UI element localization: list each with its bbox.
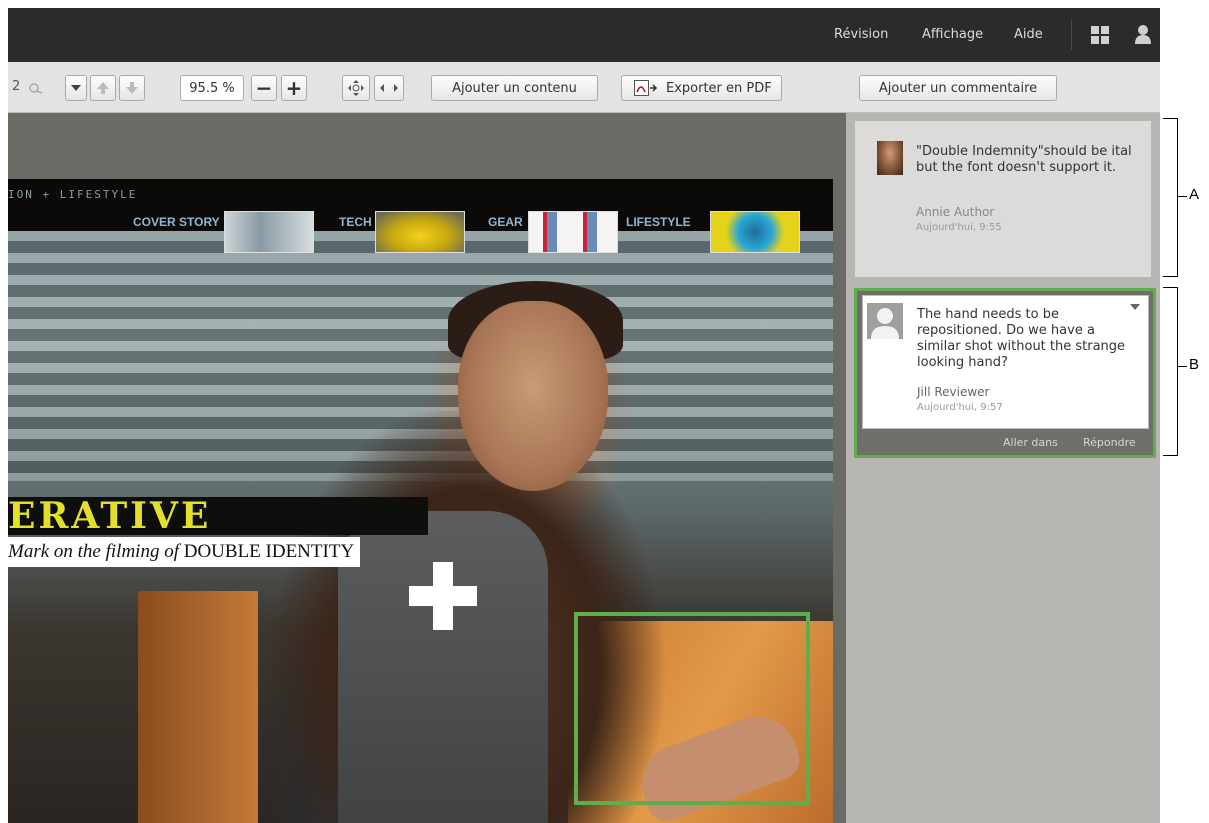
layout-grid-icon[interactable] — [1091, 26, 1109, 44]
page-dropdown-button[interactable] — [65, 75, 87, 101]
crosshair-vertical — [433, 562, 453, 630]
cover-story-thumbnail — [224, 211, 314, 253]
pan-tool-button[interactable] — [342, 75, 370, 101]
fit-width-icon — [380, 84, 398, 92]
arrow-up-icon — [97, 82, 109, 94]
move-arrows-icon — [348, 80, 364, 96]
toolbar: 2 95.5 % − + Ajouter un contenu Exporter… — [8, 62, 1160, 113]
avatar-annie — [877, 141, 903, 175]
export-pdf-button[interactable]: Exporter en PDF — [621, 75, 782, 101]
previous-page-button[interactable] — [90, 75, 116, 101]
callout-tick-a — [1177, 196, 1187, 197]
menu-aide[interactable]: Aide — [1014, 27, 1043, 42]
reply-link[interactable]: Répondre — [1083, 436, 1136, 449]
comment-body: The hand needs to be repositioned. Do we… — [862, 295, 1149, 429]
comment-author: Jill Reviewer — [917, 385, 990, 399]
annotation-highlight-box[interactable] — [574, 612, 810, 805]
next-page-button[interactable] — [119, 75, 145, 101]
top-menu-bar: Révision Affichage Aide — [8, 8, 1160, 62]
tech-thumbnail — [375, 211, 465, 253]
zoom-level-field[interactable]: 95.5 % — [180, 75, 244, 101]
comments-panel: "Double Indemnity"should be ital but the… — [846, 113, 1160, 823]
fit-width-button[interactable] — [374, 75, 404, 101]
zoom-in-button[interactable]: + — [281, 75, 307, 101]
comment-pin-crosshair[interactable] — [409, 562, 477, 630]
comment-timestamp: Aujourd'hui, 9:55 — [916, 222, 1002, 233]
comment-card-annie[interactable]: "Double Indemnity"should be ital but the… — [855, 121, 1151, 277]
lifestyle-thumbnail — [710, 211, 800, 253]
masthead-subtitle: ION + LIFESTYLE — [8, 188, 138, 201]
menu-divider — [1071, 20, 1072, 50]
pdf-export-icon — [634, 80, 658, 96]
arrow-down-icon — [126, 82, 138, 94]
nav-tech: TECH — [339, 215, 372, 229]
comment-text: "Double Indemnity"should be ital but the… — [916, 144, 1132, 175]
callout-label-b: B — [1189, 356, 1200, 373]
menu-revision[interactable]: Révision — [834, 27, 888, 42]
user-account-icon[interactable] — [1134, 24, 1152, 44]
menu-affichage[interactable]: Affichage — [922, 27, 983, 42]
caption-italic: Mark on the filming of — [8, 541, 179, 562]
sofa-left-arm — [138, 591, 258, 823]
caption-title: DOUBLE IDENTITY — [183, 541, 355, 562]
chevron-down-icon — [71, 85, 81, 91]
headline: ERATIVE — [8, 497, 428, 535]
comment-timestamp: Aujourd'hui, 9:57 — [917, 402, 1003, 413]
nav-gear: GEAR — [488, 215, 523, 229]
nav-cover-story: COVER STORY — [133, 215, 220, 229]
add-comment-button[interactable]: Ajouter un commentaire — [859, 75, 1057, 101]
comment-card-jill[interactable]: The hand needs to be repositioned. Do we… — [854, 288, 1156, 458]
face — [458, 301, 608, 491]
grey-shirt — [338, 511, 548, 823]
gear-thumbnail — [528, 211, 618, 253]
zoom-out-button[interactable]: − — [251, 75, 277, 101]
magazine-page: ION + LIFESTYLE COVER STORY TECH GEAR LI… — [8, 179, 833, 823]
document-viewport[interactable]: ION + LIFESTYLE COVER STORY TECH GEAR LI… — [8, 113, 846, 823]
add-content-button[interactable]: Ajouter un contenu — [431, 75, 598, 101]
go-to-comment-link[interactable]: Aller dans — [1003, 436, 1058, 449]
comment-author: Annie Author — [916, 205, 995, 219]
avatar-generic-icon — [867, 303, 903, 339]
callout-bracket-a — [1163, 118, 1178, 277]
callout-bracket-b — [1163, 287, 1178, 456]
page-search-icon[interactable] — [28, 82, 44, 94]
export-pdf-label: Exporter en PDF — [666, 80, 772, 96]
page-number-field[interactable]: 2 — [12, 79, 20, 94]
nav-lifestyle: LIFESTYLE — [626, 215, 691, 229]
caption: Mark on the filming of DOUBLE IDENTITY — [8, 537, 361, 567]
callout-tick-b — [1177, 366, 1187, 367]
callout-label-a: A — [1189, 186, 1200, 203]
review-app-window: Révision Affichage Aide 2 95.5 % − + Ajo… — [8, 8, 1160, 823]
comment-text: The hand needs to be repositioned. Do we… — [917, 307, 1126, 370]
